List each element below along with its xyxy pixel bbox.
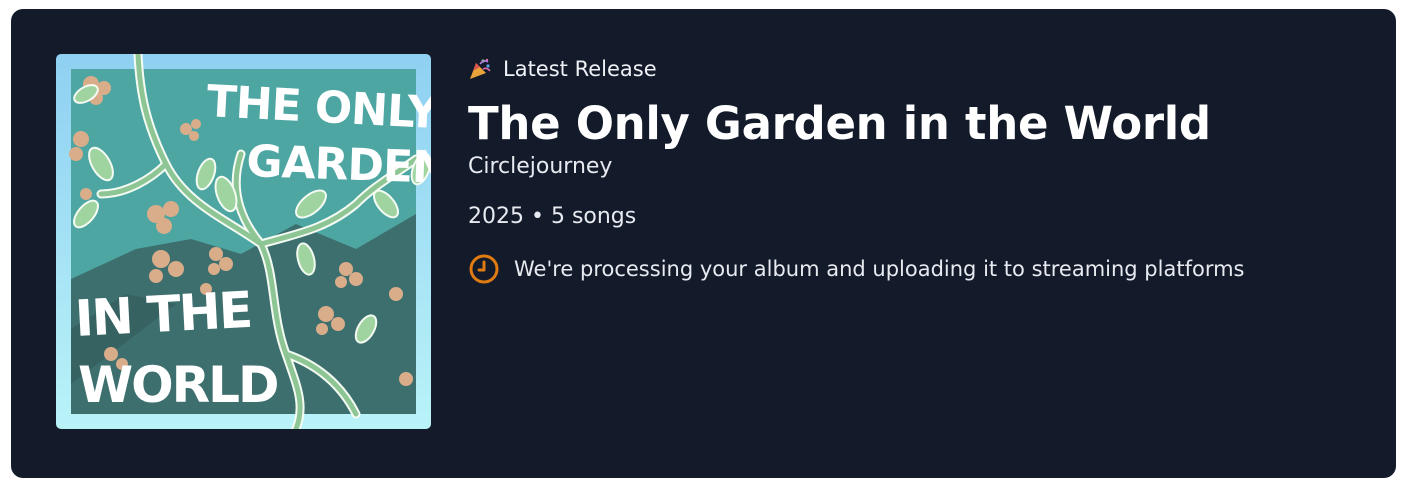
- status-text: We're processing your album and uploadin…: [514, 257, 1245, 281]
- release-card: THE ONLY GARDEN IN THE WORLD Latest Rele…: [11, 9, 1396, 478]
- latest-release-label: Latest Release: [468, 55, 1366, 83]
- clock-icon: [469, 254, 499, 284]
- party-popper-icon: [470, 58, 491, 79]
- svg-text:IN THE: IN THE: [74, 281, 253, 348]
- processing-status: We're processing your album and uploadin…: [468, 253, 1366, 285]
- svg-text:GARDEN: GARDEN: [246, 136, 431, 194]
- svg-text:WORLD: WORLD: [78, 356, 278, 414]
- release-info: Latest Release The Only Garden in the Wo…: [468, 55, 1366, 285]
- release-meta: 2025 • 5 songs: [468, 204, 637, 229]
- artist-name[interactable]: Circlejourney: [468, 152, 1366, 182]
- album-cover[interactable]: THE ONLY GARDEN IN THE WORLD: [56, 54, 431, 429]
- album-title: The Only Garden in the World: [468, 97, 1211, 150]
- eyebrow-text: Latest Release: [503, 57, 657, 81]
